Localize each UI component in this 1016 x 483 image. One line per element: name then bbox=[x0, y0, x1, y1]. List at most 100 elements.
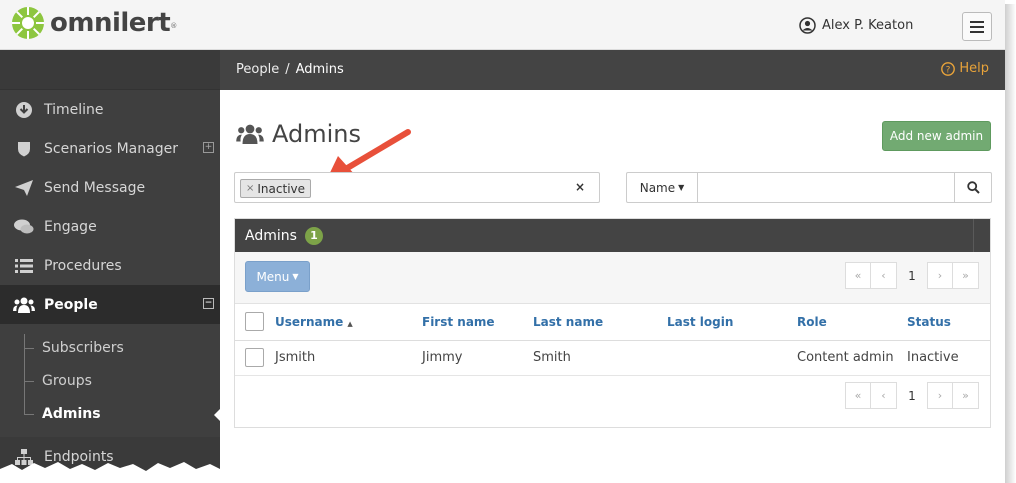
column-header-last-login[interactable]: Last login bbox=[667, 304, 797, 341]
table-row[interactable]: Jsmith Jimmy Smith Content admin Inactiv… bbox=[235, 340, 990, 376]
breadcrumb-people[interactable]: People bbox=[236, 62, 279, 77]
page-number: 1 bbox=[908, 388, 916, 403]
sidebar-item-label: People bbox=[44, 296, 98, 313]
sidebar-subitem-groups[interactable]: Groups bbox=[0, 364, 220, 397]
main-content: Admins Add new admin × Inactive × Name ▼… bbox=[220, 90, 1005, 483]
page-number: 1 bbox=[908, 268, 916, 283]
next-page-button[interactable]: › bbox=[927, 382, 953, 409]
arrow-down-circle-icon bbox=[12, 101, 36, 118]
svg-text:?: ? bbox=[946, 65, 951, 75]
column-header-status[interactable]: Status bbox=[907, 304, 990, 341]
column-header-username[interactable]: Username ▲ bbox=[275, 304, 422, 341]
sidebar-subitem-label: Groups bbox=[42, 372, 92, 389]
column-header-role[interactable]: Role bbox=[797, 304, 907, 341]
logo-mark-icon bbox=[12, 7, 44, 39]
chat-bubbles-icon bbox=[12, 219, 36, 235]
logo-text: omnilert bbox=[50, 8, 171, 38]
user-circle-icon bbox=[799, 17, 816, 34]
filter-input[interactable]: × Inactive × bbox=[234, 172, 600, 203]
cell-role: Content admin bbox=[797, 340, 907, 376]
caret-down-icon: ▼ bbox=[292, 272, 299, 281]
cell-last-login bbox=[667, 340, 797, 376]
sidebar-item-label: Procedures bbox=[44, 257, 122, 274]
sidebar-item-people[interactable]: People − bbox=[0, 285, 220, 324]
pagination-bottom: « ‹ 1 › » bbox=[845, 382, 979, 409]
search-group: Name ▼ bbox=[626, 172, 992, 203]
hamburger-icon bbox=[970, 20, 984, 33]
sidebar-top-strip bbox=[0, 50, 220, 90]
user-menu[interactable]: Alex P. Keaton bbox=[799, 17, 913, 34]
prev-page-button[interactable]: ‹ bbox=[871, 262, 897, 289]
breadcrumb: People / Admins bbox=[236, 62, 344, 77]
filter-chip-inactive[interactable]: × Inactive bbox=[240, 179, 312, 198]
cell-last-name: Smith bbox=[533, 340, 667, 376]
user-name: Alex P. Keaton bbox=[822, 18, 914, 33]
users-icon bbox=[236, 124, 264, 144]
column-header-last-name[interactable]: Last name bbox=[533, 304, 667, 341]
table-header-row: Username ▲ First name Last name Last log… bbox=[235, 304, 990, 341]
admins-table: Username ▲ First name Last name Last log… bbox=[235, 304, 990, 376]
sidebar-item-scenarios-manager[interactable]: Scenarios Manager + bbox=[0, 129, 220, 168]
cell-username: Jsmith bbox=[275, 340, 422, 376]
chip-label: Inactive bbox=[257, 181, 306, 196]
help-label: Help bbox=[959, 61, 989, 76]
hamburger-menu-button[interactable] bbox=[962, 12, 992, 41]
last-page-button[interactable]: » bbox=[953, 382, 979, 409]
breadcrumb-current: Admins bbox=[295, 62, 344, 77]
header-divider bbox=[973, 219, 974, 252]
sidebar-subitem-subscribers[interactable]: Subscribers bbox=[0, 331, 220, 364]
breadcrumb-bar: People / Admins ? Help bbox=[220, 50, 1005, 90]
chip-remove-icon[interactable]: × bbox=[246, 183, 254, 194]
drop-shadow bbox=[1005, 4, 1016, 483]
panel-footer: « ‹ 1 › » bbox=[235, 375, 990, 427]
breadcrumb-separator: / bbox=[285, 62, 290, 77]
sidebar-subitem-label: Admins bbox=[42, 405, 101, 422]
help-link[interactable]: ? Help bbox=[941, 61, 989, 76]
menu-button[interactable]: Menu ▼ bbox=[245, 261, 310, 292]
sidebar-item-label: Scenarios Manager bbox=[44, 140, 178, 157]
sidebar-subitem-label: Subscribers bbox=[42, 339, 124, 356]
pagination-top: « ‹ 1 › » bbox=[845, 262, 979, 289]
torn-edge-decoration bbox=[0, 462, 1005, 483]
next-page-button[interactable]: › bbox=[927, 262, 953, 289]
prev-page-button[interactable]: ‹ bbox=[871, 382, 897, 409]
select-all-checkbox[interactable] bbox=[245, 312, 264, 332]
top-bar: omnilert ® Alex P. Keaton bbox=[0, 0, 1005, 50]
add-new-admin-button[interactable]: Add new admin bbox=[882, 121, 991, 151]
expand-icon[interactable]: + bbox=[203, 142, 214, 153]
omnilert-logo[interactable]: omnilert ® bbox=[11, 6, 177, 40]
column-header-first-name[interactable]: First name bbox=[422, 304, 533, 341]
collapse-icon[interactable]: − bbox=[203, 298, 214, 309]
shield-icon bbox=[12, 141, 36, 157]
first-page-button[interactable]: « bbox=[845, 382, 871, 409]
search-field-dropdown[interactable]: Name ▼ bbox=[626, 172, 698, 203]
row-select-cell bbox=[235, 340, 275, 376]
caret-down-icon: ▼ bbox=[678, 183, 685, 192]
panel-toolbar: Menu ▼ « ‹ 1 › » bbox=[235, 252, 990, 304]
sort-asc-icon: ▲ bbox=[347, 319, 353, 328]
sidebar-item-engage[interactable]: Engage bbox=[0, 207, 220, 246]
search-field-label: Name bbox=[639, 180, 676, 195]
search-button[interactable] bbox=[955, 172, 992, 203]
list-icon bbox=[12, 258, 36, 273]
panel-title: Admins bbox=[245, 227, 297, 244]
cell-status: Inactive bbox=[907, 340, 990, 376]
select-all-header bbox=[235, 304, 275, 341]
last-page-button[interactable]: » bbox=[953, 262, 979, 289]
sidebar-item-send-message[interactable]: Send Message bbox=[0, 168, 220, 207]
first-page-button[interactable]: « bbox=[845, 262, 871, 289]
row-checkbox[interactable] bbox=[245, 348, 264, 367]
clear-filter-icon[interactable]: × bbox=[575, 180, 585, 194]
sidebar-item-label: Engage bbox=[44, 218, 97, 235]
paper-plane-icon bbox=[12, 179, 36, 196]
users-icon bbox=[12, 297, 36, 313]
sidebar-subitem-admins[interactable]: Admins bbox=[0, 397, 220, 430]
question-circle-icon: ? bbox=[941, 61, 956, 76]
count-badge: 1 bbox=[304, 226, 323, 245]
cell-first-name: Jimmy bbox=[422, 340, 533, 376]
search-input[interactable] bbox=[698, 172, 955, 203]
sidebar-item-procedures[interactable]: Procedures bbox=[0, 246, 220, 285]
logo-registered-mark: ® bbox=[170, 22, 178, 30]
sidebar-item-timeline[interactable]: Timeline bbox=[0, 90, 220, 129]
menu-label: Menu bbox=[256, 269, 290, 284]
